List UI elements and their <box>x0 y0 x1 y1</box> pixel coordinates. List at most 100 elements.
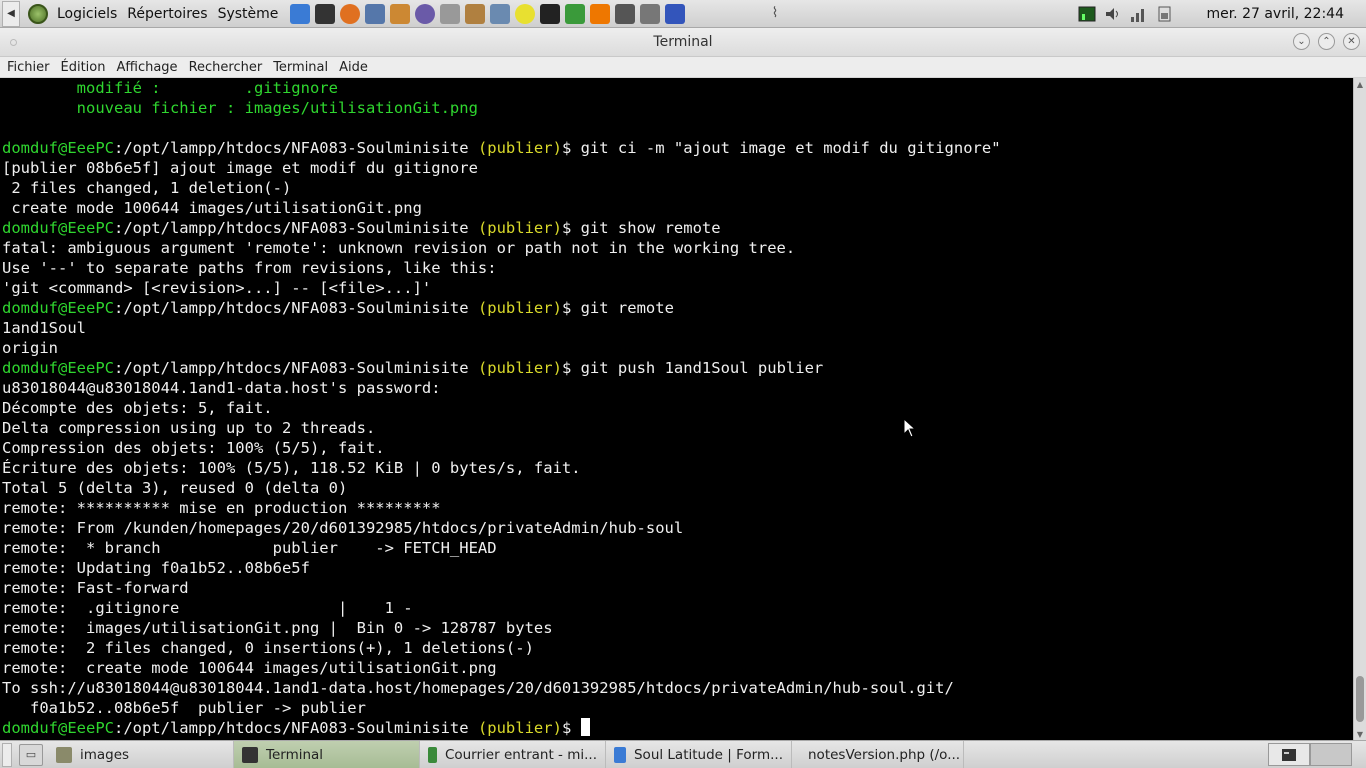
menu-fichier[interactable]: Fichier <box>0 60 54 75</box>
output-line: Écriture des objets: 100% (5/5), 118.52 … <box>2 458 1353 478</box>
output-text: remote: create mode 100644 images/utilis… <box>2 659 497 677</box>
close-button[interactable]: ✕ <box>1343 33 1360 50</box>
network-monitor-icon[interactable] <box>1077 4 1097 24</box>
output-line: remote: From /kunden/homepages/20/d60139… <box>2 518 1353 538</box>
output-line: remote: * branch publier -> FETCH_HEAD <box>2 538 1353 558</box>
folder-icon <box>56 746 72 763</box>
prompt-line: domduf@EeePC:/opt/lampp/htdocs/NFA083-So… <box>2 358 1353 378</box>
output-line: origin <box>2 338 1353 358</box>
menu-edition[interactable]: Édition <box>54 60 110 75</box>
output-line: f0a1b52..08b6e5f publier -> publier <box>2 698 1353 718</box>
calculator-icon[interactable] <box>364 3 385 24</box>
piano-icon[interactable] <box>314 3 335 24</box>
sun-icon[interactable] <box>514 3 535 24</box>
prompt-line: domduf@EeePC:/opt/lampp/htdocs/NFA083-So… <box>2 298 1353 318</box>
scroll-down-arrow-icon[interactable]: ▼ <box>1354 728 1366 740</box>
prompt-path: :/opt/lampp/htdocs/NFA083-Soulminisite <box>113 299 478 317</box>
terminal-icon[interactable] <box>539 3 560 24</box>
taskbar-task[interactable]: images <box>48 741 234 768</box>
prompt-branch: (publier) <box>477 219 562 237</box>
output-text: Compression des objets: 100% (5/5), fait… <box>2 439 385 457</box>
taskbar-task[interactable]: Terminal <box>234 741 420 768</box>
output-line: fatal: ambiguous argument 'remote': unkn… <box>2 238 1353 258</box>
scrollbar-thumb[interactable] <box>1356 676 1364 722</box>
menu-repertoires[interactable]: Répertoires <box>122 0 212 28</box>
firefox-icon[interactable] <box>664 3 685 24</box>
taskbar-task[interactable]: notesVersion.php (/o... <box>792 741 964 768</box>
drop-icon[interactable] <box>339 3 360 24</box>
output-line: remote: Fast-forward <box>2 578 1353 598</box>
text-editor-icon[interactable] <box>389 3 410 24</box>
wifi-signal-icon[interactable] <box>1129 4 1149 24</box>
tools-icon[interactable] <box>489 3 510 24</box>
output-text: remote: 2 files changed, 0 insertions(+)… <box>2 639 534 657</box>
output-line: remote: create mode 100644 images/utilis… <box>2 658 1353 678</box>
output-text: To ssh://u83018044@u83018044.1and1-data.… <box>2 679 954 697</box>
output-text: remote: Fast-forward <box>2 579 189 597</box>
prompt-branch: (publier) <box>477 719 562 737</box>
applet-handle-icon[interactable]: ⌇ <box>765 2 785 24</box>
clock[interactable]: mer. 27 avril, 22:44 <box>1178 6 1366 22</box>
system-tray: mer. 27 avril, 22:44 <box>1074 0 1366 28</box>
menu-terminal[interactable]: Terminal <box>266 60 332 75</box>
window-menu-icon[interactable] <box>10 39 17 46</box>
prompt-path: :/opt/lampp/htdocs/NFA083-Soulminisite <box>113 139 478 157</box>
panel-collapse-left-arrow[interactable]: ◀ <box>2 0 20 27</box>
prompt-user: domduf@EeePC <box>2 219 114 237</box>
prompt-path: :/opt/lampp/htdocs/NFA083-Soulminisite <box>113 219 478 237</box>
menu-aide[interactable]: Aide <box>332 60 372 75</box>
output-text: Écriture des objets: 100% (5/5), 118.52 … <box>2 459 581 477</box>
terminal-menubar: Fichier Édition Affichage Rechercher Ter… <box>0 57 1366 78</box>
minimize-button[interactable]: ⌄ <box>1293 33 1310 50</box>
output-text: create mode 100644 images/utilisationGit… <box>2 199 422 217</box>
bottom-taskbar: ▭ images Terminal Courrier entrant - mi...… <box>0 740 1366 768</box>
prompt-line: domduf@EeePC:/opt/lampp/htdocs/NFA083-So… <box>2 138 1353 158</box>
window-titlebar[interactable]: Terminal ⌄ ⌃ ✕ <box>0 28 1366 57</box>
terminal-scrollbar[interactable]: ▲ ▼ <box>1353 78 1366 740</box>
mail-icon <box>428 746 437 763</box>
taskbar-task[interactable]: Courrier entrant - mi... <box>420 741 606 768</box>
taskbar-handle[interactable] <box>2 742 12 767</box>
output-text: fatal: ambiguous argument 'remote': unkn… <box>2 239 796 257</box>
system-logo-icon[interactable] <box>28 3 48 24</box>
refresh-icon[interactable] <box>564 3 585 24</box>
output-line: create mode 100644 images/utilisationGit… <box>2 198 1353 218</box>
terminal-output[interactable]: modifié : .gitignore nouveau fichier : i… <box>0 78 1353 740</box>
taskbar-task-label: images <box>80 746 130 763</box>
show-desktop-icon[interactable]: ▭ <box>19 743 43 766</box>
output-text: origin <box>2 339 58 357</box>
output-line: u83018044@u83018044.1and1-data.host's pa… <box>2 378 1353 398</box>
prompt-path: :/opt/lampp/htdocs/NFA083-Soulminisite <box>113 719 478 737</box>
taskbar-task[interactable]: Soul Latitude | Form... <box>606 741 792 768</box>
output-line: 2 files changed, 1 deletion(-) <box>2 178 1353 198</box>
top-panel: ◀ Logiciels Répertoires Système ⌇ mer. 2… <box>0 0 1366 28</box>
launcher-bar <box>287 3 687 24</box>
workspace-2[interactable] <box>1310 743 1352 766</box>
package-icon[interactable] <box>464 3 485 24</box>
workspace-1[interactable] <box>1268 743 1310 766</box>
output-text: remote: * branch publier -> FETCH_HEAD <box>2 539 497 557</box>
vlc-icon[interactable] <box>589 3 610 24</box>
menu-systeme[interactable]: Système <box>213 0 284 28</box>
command-text: $ git push 1and1Soul publier <box>561 359 824 377</box>
terminal-icon <box>242 746 258 763</box>
output-text: Delta compression using up to 2 threads. <box>2 419 376 437</box>
menu-logiciels[interactable]: Logiciels <box>52 0 122 28</box>
output-line: Use '--' to separate paths from revision… <box>2 258 1353 278</box>
volume-icon[interactable] <box>1103 4 1123 24</box>
scroll-up-arrow-icon[interactable]: ▲ <box>1354 78 1366 90</box>
chrome-icon[interactable] <box>289 3 310 24</box>
maximize-button[interactable]: ⌃ <box>1318 33 1335 50</box>
output-text: f0a1b52..08b6e5f publier -> publier <box>2 699 366 717</box>
disc-icon[interactable] <box>414 3 435 24</box>
pencil-icon[interactable] <box>614 3 635 24</box>
output-line: modifié : .gitignore <box>2 78 1353 98</box>
menu-rechercher[interactable]: Rechercher <box>182 60 267 75</box>
search-icon[interactable] <box>439 3 460 24</box>
battery-icon[interactable] <box>1155 4 1175 24</box>
workspace-pager <box>1268 743 1352 766</box>
output-line: 1and1Soul <box>2 318 1353 338</box>
command-text: $ git remote <box>561 299 674 317</box>
printer-icon[interactable] <box>639 3 660 24</box>
menu-affichage[interactable]: Affichage <box>109 60 181 75</box>
